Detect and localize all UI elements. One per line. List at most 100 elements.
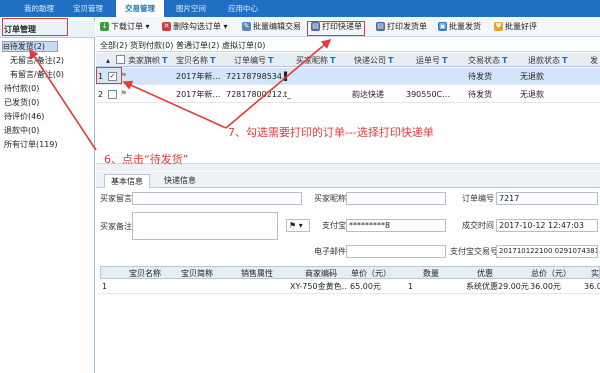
delete-checked-button[interactable]: ✕ 删除勾选订单 ▾ <box>162 20 228 34</box>
annotation-step-7: 7、勾选需要打印的订单---选择打印快递单 <box>228 126 434 139</box>
col-refund-status[interactable]: 退款状态 T <box>528 55 567 66</box>
detail-tabs: 基本信息 快递信息 <box>96 172 600 188</box>
nav-tab-images[interactable]: 图片空间 <box>170 0 212 17</box>
nav-tab-trades[interactable]: 交易管理 <box>116 0 164 17</box>
nav-tab-assistant[interactable]: 我的助理 <box>18 0 60 17</box>
buyer-message-field[interactable] <box>132 192 302 205</box>
col-buyer[interactable]: 买家昵称 T <box>296 55 335 66</box>
sidebar-item-shipped[interactable]: 已发货(0) <box>4 97 39 108</box>
cell-trade-status: 待发货 <box>468 72 492 81</box>
col-waybill[interactable]: 运单号 T <box>416 55 447 66</box>
item-discount: 系统优惠29.00元 <box>466 282 529 291</box>
buyer-nick-field[interactable] <box>346 192 446 205</box>
col-order-no[interactable]: 订单编号 T <box>234 55 273 66</box>
select-all-checkbox[interactable] <box>116 55 125 64</box>
batch-ship-button[interactable]: ▣ 批量发货 <box>438 20 481 34</box>
filter-tab-virtual[interactable]: 虚拟订单(0) <box>222 40 265 51</box>
filter-tab-cod[interactable]: 货到付款(0) <box>130 40 173 51</box>
order-filter-tabs: 全部(2) 货到付款(0) 普通订单(2) 虚拟订单(0) <box>96 38 600 52</box>
table-row[interactable]: 1 ✓ ⚑ 2017年新… 72178798534… ▌ 待发货 无退款 <box>96 68 600 85</box>
col-item-code: 商家编码 <box>305 269 337 278</box>
collapse-icon[interactable]: ⊟ <box>3 42 10 51</box>
sidebar-item-label: 待发货(2) <box>9 42 46 51</box>
col-trade-status[interactable]: 交易状态 T <box>468 55 507 66</box>
nav-tab-apps[interactable]: 应用中心 <box>222 0 264 17</box>
col-item-qty: 数量 <box>423 269 439 278</box>
alipay-trade-no-label: 支付宝交易号 <box>450 247 498 256</box>
row-checkbox[interactable] <box>108 90 117 99</box>
cell-buyer: t_ <box>284 90 292 99</box>
alipay-trade-no-field[interactable]: 201710122100 0291074381 <box>496 245 598 258</box>
cell-order-no: 72178798534… <box>226 72 288 81</box>
top-navigation: 我的助理 宝贝管理 交易管理 图片空间 应用中心 <box>0 0 600 17</box>
deal-time-field[interactable]: 2017-10-12 12:47:03 <box>496 219 598 232</box>
email-field[interactable] <box>346 245 446 258</box>
filter-tab-all[interactable]: 全部(2) <box>100 40 127 51</box>
col-item-paid: 实 <box>591 269 599 278</box>
col-express[interactable]: 快递公司 T <box>354 55 393 66</box>
row-number: 2 <box>98 90 104 99</box>
tab-basic-info[interactable]: 基本信息 <box>104 174 150 188</box>
alipay-label: 支付宝 <box>322 221 346 230</box>
cell-trade-status: 待发货 <box>468 90 492 99</box>
annotation-step-6: 6、点击“待发货” <box>104 153 189 166</box>
col-item-price: 单价（元） <box>351 269 391 278</box>
buyer-note-textarea[interactable] <box>132 212 278 240</box>
table-row[interactable]: 2 ⚑ 2017年新… 72817800212… t_ 韵达快递 390550C… <box>96 86 600 103</box>
nav-tab-products[interactable]: 宝贝管理 <box>68 0 108 17</box>
col-item-total: 总价（元） <box>531 269 571 278</box>
highlight-box-order-management <box>2 18 68 36</box>
tab-express-info[interactable]: 快递信息 <box>158 174 202 188</box>
col-item-discount: 优惠 <box>477 269 493 278</box>
flag-icon[interactable]: ⚑ <box>120 90 128 98</box>
buyer-message-label: 买家留言 <box>100 194 132 203</box>
sidebar-item-all-orders[interactable]: 所有订单(119) <box>4 139 58 150</box>
filter-tab-normal[interactable]: 普通订单(2) <box>176 40 219 51</box>
cell-product-name: 2017年新… <box>176 72 221 81</box>
col-flag[interactable]: 卖家旗帜 T <box>128 55 167 66</box>
download-icon: ↓ <box>100 22 109 31</box>
item-code: XY-750金黄色… <box>290 282 348 291</box>
cell-product-name: 2017年新… <box>176 90 221 99</box>
item-price: 65.00元 <box>350 282 381 291</box>
item-total: 36.00元 <box>530 282 561 291</box>
sort-icon[interactable]: ▴ <box>106 55 110 66</box>
email-label: 电子邮件 <box>314 247 346 256</box>
batch-review-button[interactable]: ♥ 批量好评 <box>494 20 537 34</box>
grid-header: ▴ 卖家旗帜 T 宝贝名称 T 订单编号 T 买家昵称 T 快递公司 T 运单号 T 交易状… <box>96 53 600 67</box>
buyer-nick-label: 买家昵称 <box>314 194 346 203</box>
sidebar-item-no-message[interactable]: 无留言/备注(2) <box>10 55 64 66</box>
ship-icon: ▣ <box>438 22 447 31</box>
sidebar-item-pending-shipment[interactable]: ⊟待发货(2) <box>2 41 58 52</box>
order-no-label: 订单编号 <box>462 194 494 203</box>
cell-refund-status: 无退款 <box>520 72 544 81</box>
order-no-field[interactable]: 7217 <box>496 192 598 205</box>
highlight-box-print-express <box>307 21 365 36</box>
cell-express: 韵达快递 <box>352 90 384 99</box>
order-detail-panel: 买家留言 买家昵称 订单编号 7217 买家备注 ⚑ ▾ 支付宝 *******… <box>96 188 600 373</box>
buyer-note-label: 买家备注 <box>100 222 132 231</box>
sidebar-item-refunding[interactable]: 退款中(0) <box>4 125 39 136</box>
print-invoice-button[interactable]: ▤ 打印发货单 <box>376 20 427 34</box>
cell-buyer: ▌ <box>284 72 291 81</box>
download-orders-button[interactable]: ↓ 下载订单 ▾ <box>100 20 150 34</box>
sidebar-item-with-message[interactable]: 有留言/备注(0) <box>10 69 64 80</box>
item-row[interactable]: 1 XY-750金黄色… 65.00元 1 系统优惠29.00元 36.00元 … <box>100 280 600 294</box>
col-ship[interactable]: 发 <box>590 55 598 66</box>
col-product-name[interactable]: 宝贝名称 T <box>176 55 215 66</box>
chevron-down-icon: ▾ <box>296 221 303 230</box>
items-table-header: 宝贝名称 宝贝简称 销售属性 商家编码 单价（元） 数量 优惠 总价（元） 实 <box>100 266 600 279</box>
alipay-field[interactable]: *********8 <box>346 219 446 232</box>
sidebar-item-pending-payment[interactable]: 待付款(0) <box>4 83 39 94</box>
item-paid: 36.0 <box>584 282 600 291</box>
batch-edit-button[interactable]: ✎ 批量编辑交易 <box>242 20 301 34</box>
item-qty: 1 <box>408 282 414 291</box>
cell-order-no: 72817800212… <box>226 90 288 99</box>
edit-icon: ✎ <box>242 22 251 31</box>
sidebar-item-pending-review[interactable]: 待评价(46) <box>4 111 44 122</box>
flag-select[interactable]: ⚑ ▾ <box>286 219 310 232</box>
col-item-short: 宝贝简称 <box>181 269 213 278</box>
col-item-sku: 销售属性 <box>241 269 273 278</box>
highlight-box-checkbox <box>96 67 122 84</box>
order-grid: ▴ 卖家旗帜 T 宝贝名称 T 订单编号 T 买家昵称 T 快递公司 T 运单号 T 交易状… <box>96 53 600 163</box>
